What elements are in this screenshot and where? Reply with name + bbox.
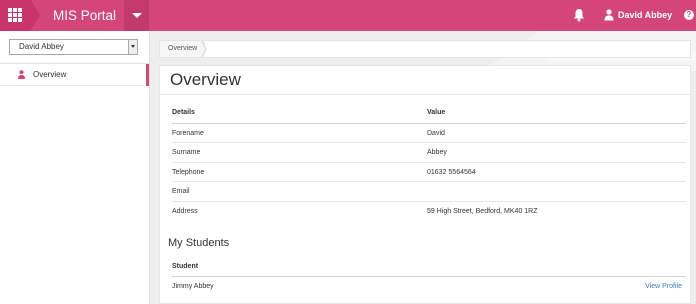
table-row: Jimmy Abbey View Profile	[172, 277, 686, 296]
field-value: Abbey	[427, 149, 447, 157]
table-header-row: Student	[172, 257, 686, 277]
sidebar: David Abbey Overview	[0, 31, 150, 304]
main-content: Overview Overview Details Value Forename…	[150, 31, 696, 304]
field-label: Address	[172, 207, 198, 215]
field-value: 59 High Street, Bedford, MK40 1RZ	[427, 207, 538, 215]
table-row: Telephone 01632 5564564	[172, 163, 686, 183]
top-bar: MIS Portal David Abbey ?	[0, 0, 696, 31]
student-name: Jimmy Abbey	[172, 283, 214, 290]
details-table: Details Value Forename David Surname Abb…	[172, 102, 686, 221]
select-arrow-icon[interactable]	[128, 40, 137, 54]
active-indicator	[146, 64, 149, 86]
table-header-row: Details Value	[172, 102, 686, 124]
field-label: Email	[172, 188, 190, 196]
user-icon	[18, 70, 25, 79]
column-header-value: Value	[427, 109, 446, 116]
sidebar-item-overview[interactable]: Overview	[0, 64, 149, 86]
apps-button[interactable]	[0, 0, 31, 31]
overview-card: Overview Details Value Forename David Su…	[159, 65, 691, 304]
menu-toggle-button[interactable]	[124, 0, 149, 31]
user-icon[interactable]	[604, 9, 614, 21]
breadcrumb-item-overview[interactable]: Overview	[160, 41, 206, 57]
breadcrumb: Overview	[159, 40, 691, 58]
chevron-down-icon	[132, 13, 142, 18]
students-table: Student Jimmy Abbey View Profile	[172, 257, 686, 296]
field-label: Surname	[172, 149, 201, 157]
grid-icon	[8, 8, 22, 22]
breadcrumb-separator-icon	[202, 41, 207, 57]
table-row: Forename David	[172, 124, 686, 144]
card-header: Overview	[160, 66, 690, 95]
column-header-student: Student	[172, 263, 199, 270]
person-select[interactable]: David Abbey	[9, 39, 138, 55]
field-value: David	[427, 130, 445, 137]
person-select-value: David Abbey	[19, 42, 64, 51]
section-title-my-students: My Students	[168, 237, 230, 249]
table-row: Email	[172, 182, 686, 202]
app-title[interactable]: MIS Portal	[31, 0, 124, 31]
help-icon[interactable]: ?	[684, 10, 694, 20]
page-title: Overview	[170, 70, 241, 89]
user-menu-name[interactable]: David Abbey	[618, 0, 672, 31]
column-header-details: Details	[172, 109, 195, 116]
field-label: Telephone	[172, 168, 205, 176]
bell-icon[interactable]	[573, 8, 585, 22]
table-row: Address 59 High Street, Bedford, MK40 1R…	[172, 202, 686, 221]
table-row: Surname Abbey	[172, 143, 686, 163]
view-profile-link[interactable]: View Profile	[645, 277, 682, 296]
field-label: Forename	[172, 130, 204, 137]
sidebar-item-label: Overview	[33, 70, 67, 79]
field-value: 01632 5564564	[427, 168, 476, 176]
